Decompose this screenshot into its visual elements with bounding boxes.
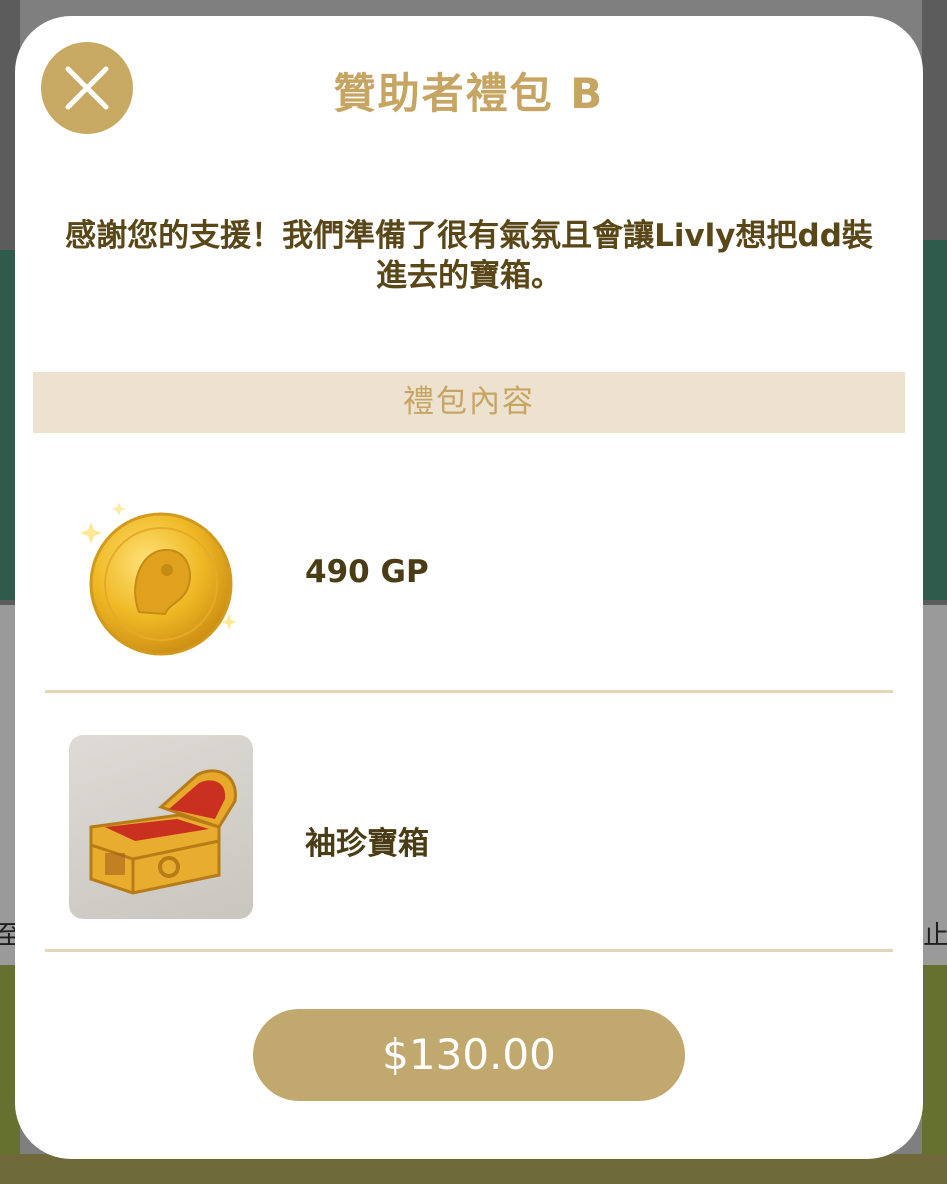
divider — [45, 690, 893, 693]
dialog-title: 贊助者禮包 B — [333, 69, 605, 118]
pack-contents-header: 禮包內容 — [33, 372, 905, 433]
background-card-right-gray — [922, 605, 947, 965]
background-card-right-olive — [922, 965, 947, 1184]
divider — [45, 949, 893, 952]
gold-coin-icon — [69, 492, 253, 676]
sponsor-pack-dialog: 贊助者禮包 B 感謝您的支援！我們準備了很有氣氛且會讓Livly想把dd裝進去的… — [15, 16, 923, 1159]
purchase-price-button[interactable]: $130.00 — [253, 1009, 685, 1101]
background-edge-text-right: 止 — [922, 921, 947, 951]
pack-item: 袖珍寶箱 — [45, 732, 893, 922]
background-card-right-green — [922, 240, 947, 600]
pack-item-label: 袖珍寶箱 — [305, 826, 429, 862]
pack-item-label: 490 GP — [305, 554, 429, 590]
pack-item: 490 GP — [45, 478, 893, 690]
dialog-description: 感謝您的支援！我們準備了很有氣氛且會讓Livly想把dd裝進去的寶箱。 — [65, 218, 873, 294]
treasure-chest-icon — [69, 735, 253, 919]
